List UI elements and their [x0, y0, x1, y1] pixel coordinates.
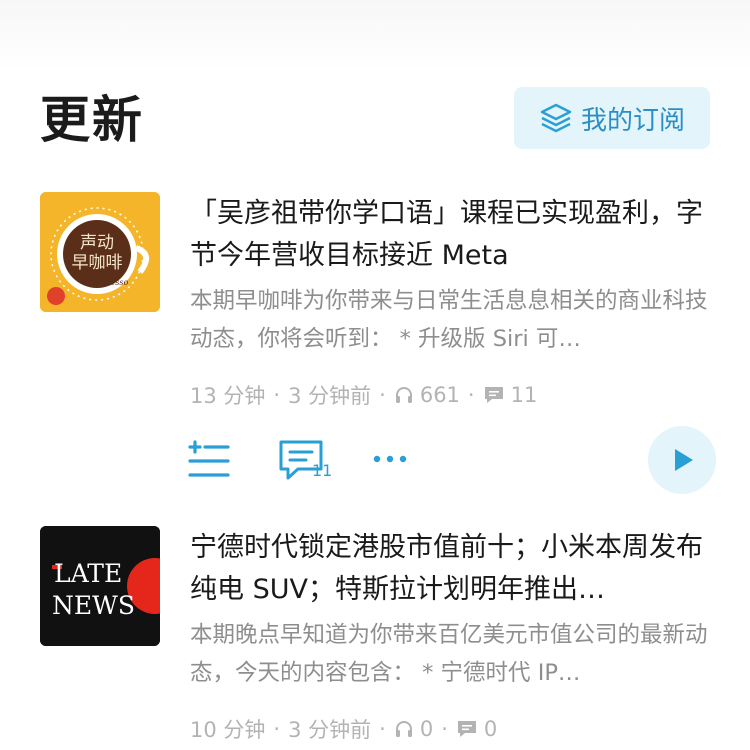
episode-actions: 11 [0, 425, 750, 495]
coffee-cup-artwork: 声动 早咖啡 Espresso [40, 192, 160, 312]
comment-count: 11 [510, 383, 538, 407]
cover-line1: 声动 [80, 233, 114, 253]
meta-separator: · [273, 383, 281, 407]
episode-duration: 10 分钟 [190, 718, 266, 742]
cover-line2: 早咖啡 [72, 253, 123, 273]
my-subscriptions-label: 我的订阅 [580, 105, 685, 136]
episode-cover[interactable]: 声动 早咖啡 Espresso [40, 192, 160, 312]
play-icon [675, 449, 693, 471]
episode-description: 本期早咖啡为你带来与日常生活息息相关的商业科技动态，你将会听到： * 升级版 S… [190, 288, 708, 352]
episode-meta: 13 分钟 · 3 分钟前 · 661 · 11 [190, 380, 537, 410]
episode-title[interactable]: 宁德时代锁定港股市值前十；小米本周发布纯电 SUV；特斯拉计划明年推出… [190, 527, 710, 611]
cover-line2: NEWS [52, 591, 135, 620]
headphones-icon [395, 721, 412, 737]
play-count: 661 [419, 383, 460, 407]
play-button[interactable] [648, 426, 716, 494]
page-title: 更新 [40, 91, 144, 149]
play-count: 0 [419, 717, 434, 741]
episode-meta: 10 分钟 · 3 分钟前 · 0 · 0 [190, 714, 497, 744]
meta-separator: · [379, 383, 386, 407]
meta-separator: · [441, 717, 448, 741]
comment-icon [457, 721, 476, 737]
add-to-playlist-icon[interactable] [188, 440, 230, 480]
cover-line1: LATE [54, 559, 122, 588]
comment-icon [484, 387, 503, 403]
top-fade [0, 0, 750, 70]
cover-sub: Espresso [91, 278, 129, 287]
episode-cover[interactable]: LATE NEWS [40, 526, 160, 646]
my-subscriptions-button[interactable]: 我的订阅 [514, 87, 710, 149]
comment-count: 0 [483, 717, 498, 741]
episode-duration: 13 分钟 [190, 384, 266, 408]
episode-published: 3 分钟前 [288, 718, 372, 742]
headphones-icon [395, 387, 412, 403]
layers-icon [540, 103, 572, 133]
late-news-artwork: LATE NEWS [40, 526, 160, 646]
episode-published: 3 分钟前 [288, 384, 372, 408]
more-options-icon[interactable] [372, 453, 408, 465]
meta-separator: · [273, 717, 281, 741]
comment-badge-count: 11 [312, 461, 333, 480]
episode-title[interactable]: 「吴彦祖带你学口语」课程已实现盈利，字节今年营收目标接近 Meta [190, 193, 710, 277]
episode-description: 本期晚点早知道为你带来百亿美元市值公司的最新动态，今天的内容包含： * 宁德时代… [190, 622, 708, 686]
meta-separator: · [467, 383, 475, 407]
meta-separator: · [379, 717, 386, 741]
